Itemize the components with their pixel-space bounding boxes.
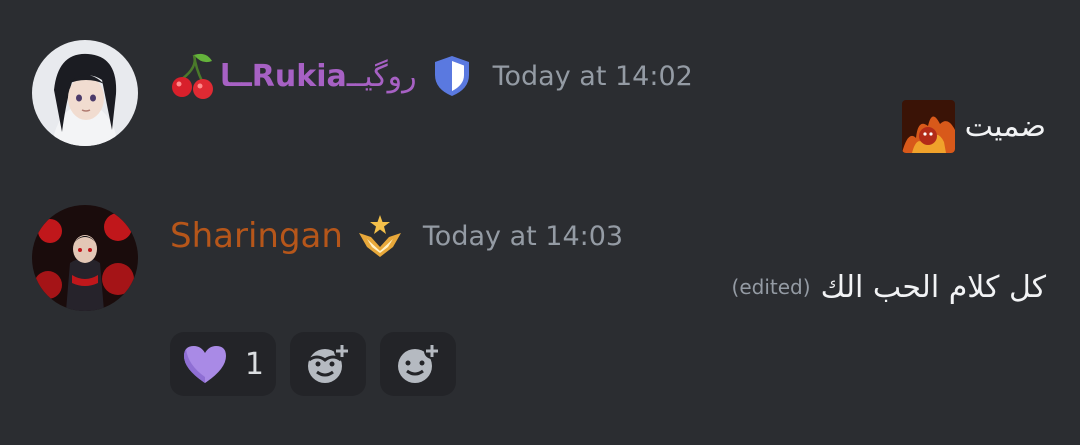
edited-label: (edited) (731, 275, 811, 299)
reaction-count: 1 (244, 346, 264, 382)
avatar[interactable] (32, 40, 138, 146)
message-text: ضميت (964, 108, 1046, 144)
message-header: ــا Rukia روگيــ Today at 14:02 (170, 48, 693, 104)
timestamp[interactable]: Today at 14:02 (493, 61, 693, 92)
cherry-icon (170, 51, 216, 101)
reactions-bar: 1 (170, 332, 456, 396)
purple-heart-icon (182, 343, 228, 385)
username-tail: ــا (220, 58, 252, 94)
username-latin: Rukia (251, 58, 347, 94)
username[interactable]: Sharingan (170, 216, 343, 256)
add-reaction-button[interactable] (290, 332, 366, 396)
message-content: ضميت (901, 98, 1046, 154)
message-text: كل كلام الحب الك (820, 269, 1046, 305)
reaction-purple-heart[interactable]: 1 (170, 332, 276, 396)
message-content: (edited) كل كلام الحب الك (732, 261, 1046, 313)
message-sharingan: Sharingan Today at 14:03 (edited) كل كلا… (0, 185, 1080, 445)
crown-star-icon (355, 213, 405, 259)
message-header: Sharingan Today at 14:03 (170, 209, 623, 263)
shield-icon (429, 53, 475, 99)
timestamp[interactable]: Today at 14:03 (423, 221, 623, 252)
add-super-reaction-button[interactable] (380, 332, 456, 396)
custom-emoji-fire[interactable] (901, 99, 955, 153)
add-super-reaction-icon (395, 342, 441, 386)
message-rukia: ــا Rukia روگيــ Today at 14:02 ضميت (0, 0, 1080, 185)
avatar[interactable] (32, 205, 138, 311)
add-reaction-icon (305, 342, 351, 386)
username-arabic: روگيــ (346, 58, 417, 94)
username[interactable]: ــا Rukia روگيــ (220, 59, 417, 94)
